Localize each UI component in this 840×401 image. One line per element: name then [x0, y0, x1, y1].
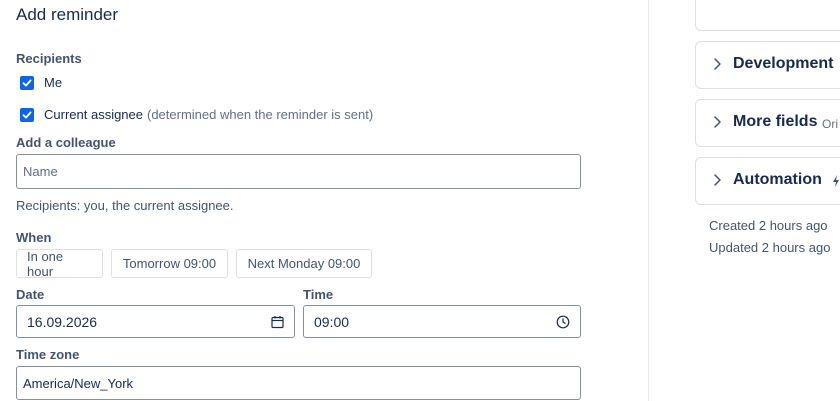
- timezone-input[interactable]: America/New_York: [16, 366, 581, 400]
- issue-side-panel: Development More fields Ori Automation C…: [649, 0, 840, 401]
- date-input[interactable]: 16.09.2026: [16, 305, 295, 338]
- panel-section-development[interactable]: Development: [695, 41, 840, 89]
- panel-section-title: Automation: [733, 171, 822, 188]
- quick-option-tomorrow[interactable]: Tomorrow 09:00: [111, 249, 228, 278]
- chevron-right-icon: [712, 173, 722, 192]
- panel-section-title: Development: [733, 55, 834, 72]
- recipients-summary: Recipients: you, the current assignee.: [16, 198, 234, 213]
- reminder-form: Add reminder Recipients Me Current assig…: [0, 0, 648, 401]
- panel-section-extra: Ori: [822, 117, 838, 131]
- time-input[interactable]: 09:00: [303, 305, 581, 338]
- date-value: 16.09.2026: [27, 313, 98, 330]
- panel-section-title: More fields: [733, 113, 818, 130]
- recipient-me-option[interactable]: Me: [20, 75, 62, 90]
- clock-icon[interactable]: [556, 315, 570, 329]
- chevron-right-icon: [712, 115, 722, 134]
- when-label: When: [16, 230, 52, 245]
- panel-card-top-partial[interactable]: [695, 0, 840, 31]
- form-title: Add reminder: [16, 5, 119, 24]
- checkmark-icon: [22, 79, 32, 86]
- lightning-icon: [832, 174, 840, 193]
- colleague-label: Add a colleague: [16, 135, 116, 150]
- recipients-label: Recipients: [16, 51, 82, 66]
- recipient-assignee-note: (determined when the reminder is sent): [147, 107, 374, 122]
- recipient-assignee-label: Current assignee: [44, 107, 143, 122]
- calendar-icon[interactable]: [271, 315, 284, 328]
- panel-section-automation[interactable]: Automation: [695, 157, 840, 205]
- timezone-label: Time zone: [16, 347, 80, 362]
- created-timestamp: Created 2 hours ago: [709, 218, 828, 233]
- recipient-me-checkbox[interactable]: [20, 75, 34, 90]
- time-value: 09:00: [314, 313, 350, 330]
- time-label: Time: [303, 287, 334, 302]
- panel-section-more-fields[interactable]: More fields Ori: [695, 99, 840, 147]
- colleague-name-input[interactable]: Name: [16, 154, 581, 189]
- date-label: Date: [16, 287, 45, 302]
- recipient-me-label: Me: [44, 75, 63, 90]
- timezone-value: America/New_York: [23, 375, 134, 391]
- recipient-assignee-option[interactable]: Current assignee (determined when the re…: [20, 107, 373, 122]
- chevron-right-icon: [712, 57, 722, 76]
- quick-option-next-monday[interactable]: Next Monday 09:00: [236, 249, 372, 278]
- updated-timestamp: Updated 2 hours ago: [709, 240, 831, 255]
- recipient-assignee-checkbox[interactable]: [20, 107, 34, 122]
- checkmark-icon: [22, 111, 32, 118]
- colleague-placeholder: Name: [23, 164, 58, 179]
- page: Add reminder Recipients Me Current assig…: [0, 0, 840, 401]
- quick-option-in-one-hour[interactable]: In one hour: [16, 249, 103, 279]
